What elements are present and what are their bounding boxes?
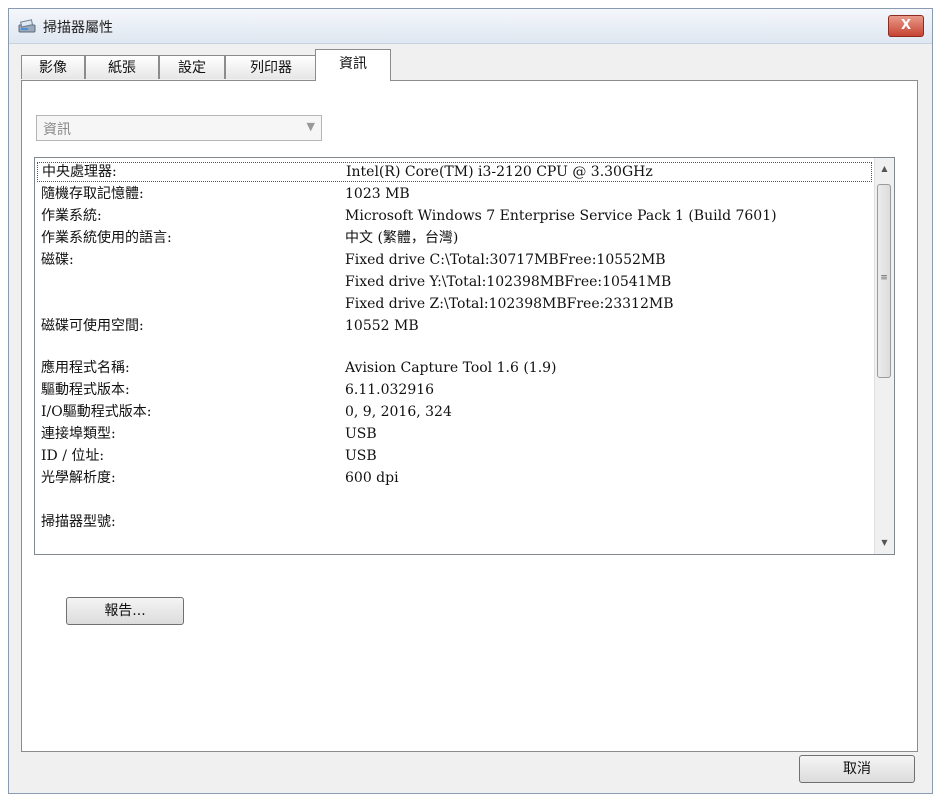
info-list[interactable]: 中央處理器: Intel(R) Core(TM) i3-2120 CPU @ 3.…	[34, 157, 895, 555]
chevron-down-icon[interactable]: ▼	[307, 120, 315, 133]
info-label: 掃描器型號:	[41, 514, 116, 530]
scrollbar-thumb[interactable]: ≡	[877, 184, 891, 378]
info-label: 作業系統:	[41, 208, 102, 224]
info-label: 應用程式名稱:	[41, 360, 130, 376]
grip-icon: ≡	[880, 273, 888, 283]
tab-paper[interactable]: 紙張	[85, 55, 159, 79]
title-bar[interactable]: 掃描器屬性 X	[9, 9, 932, 44]
info-label: 光學解析度:	[41, 470, 116, 486]
info-label: I/O驅動程式版本:	[41, 404, 152, 420]
info-row[interactable]: 連接埠類型: USB	[37, 424, 872, 444]
info-label: 磁碟可使用空間:	[41, 318, 144, 334]
info-label: 連接埠類型:	[41, 426, 116, 442]
info-value: Fixed drive Z:\Total:102398MBFree:23312M…	[345, 296, 674, 312]
info-rows: 中央處理器: Intel(R) Core(TM) i3-2120 CPU @ 3.…	[35, 158, 874, 554]
combo-value: 資訊	[43, 122, 71, 138]
scroll-up-icon[interactable]: ▲	[875, 160, 894, 178]
vertical-scrollbar[interactable]: ▲ ≡ ▼	[874, 158, 894, 554]
info-row[interactable]: 中央處理器: Intel(R) Core(TM) i3-2120 CPU @ 3.…	[37, 162, 872, 182]
info-row[interactable]: 隨機存取記憶體: 1023 MB	[37, 184, 872, 204]
info-label: 磁碟:	[41, 252, 74, 268]
info-row[interactable]: 應用程式名稱: Avision Capture Tool 1.6 (1.9)	[37, 358, 872, 378]
info-value: 1023 MB	[345, 186, 410, 202]
info-label: ID / 位址:	[41, 448, 105, 464]
info-value: Avision Capture Tool 1.6 (1.9)	[345, 360, 557, 376]
cancel-button[interactable]: 取消	[799, 755, 915, 783]
info-row[interactable]: 磁碟: Fixed drive C:\Total:30717MBFree:1055…	[37, 250, 872, 270]
tab-image[interactable]: 影像	[21, 55, 85, 79]
tab-panel: 資訊 ▼ 中央處理器: Intel(R) Core(TM) i3-2120 CPU…	[21, 80, 918, 752]
tab-settings[interactable]: 設定	[159, 55, 225, 79]
info-value: USB	[345, 448, 377, 464]
info-row[interactable]: Fixed drive Z:\Total:102398MBFree:23312M…	[37, 294, 872, 314]
info-label: 中央處理器:	[42, 164, 117, 180]
info-value: USB	[345, 426, 377, 442]
info-value: Fixed drive Y:\Total:102398MBFree:10541M…	[345, 274, 672, 290]
info-label: 隨機存取記憶體:	[41, 186, 144, 202]
info-value: 10552 MB	[345, 318, 419, 334]
info-row[interactable]: I/O驅動程式版本: 0, 9, 2016, 324	[37, 402, 872, 422]
info-value: Intel(R) Core(TM) i3-2120 CPU @ 3.30GHz	[346, 164, 653, 180]
info-row[interactable]: Fixed drive Y:\Total:102398MBFree:10541M…	[37, 272, 872, 292]
info-row[interactable]: 作業系統: Microsoft Windows 7 Enterprise Serv…	[37, 206, 872, 226]
info-row[interactable]: 光學解析度: 600 dpi	[37, 468, 872, 488]
window-title: 掃描器屬性	[43, 20, 113, 36]
info-row[interactable]: ID / 位址: USB	[37, 446, 872, 466]
info-label: 驅動程式版本:	[41, 382, 130, 398]
report-button[interactable]: 報告...	[66, 597, 184, 625]
scanner-properties-window: 掃描器屬性 X 影像 紙張 設定 列印器 資訊 資訊 ▼ 中央處理器: Intel…	[8, 8, 933, 794]
info-value: 中文 (繁體，台灣)	[345, 230, 459, 246]
info-label: 作業系統使用的語言:	[41, 230, 172, 246]
info-value: Microsoft Windows 7 Enterprise Service P…	[345, 208, 777, 224]
scroll-down-icon[interactable]: ▼	[875, 534, 894, 552]
info-value: 0, 9, 2016, 324	[345, 404, 452, 420]
tab-information[interactable]: 資訊	[315, 49, 391, 81]
tab-imprinter[interactable]: 列印器	[225, 55, 317, 79]
info-category-select[interactable]: 資訊 ▼	[36, 115, 322, 141]
info-row[interactable]: 驅動程式版本: 6.11.032916	[37, 380, 872, 400]
info-row[interactable]: 作業系統使用的語言: 中文 (繁體，台灣)	[37, 228, 872, 248]
close-button[interactable]: X	[888, 15, 924, 37]
scanner-icon	[17, 16, 37, 36]
info-value: Fixed drive C:\Total:30717MBFree:10552MB	[345, 252, 666, 268]
info-row[interactable]: 掃描器型號:	[37, 512, 872, 532]
info-value: 600 dpi	[345, 470, 399, 486]
info-value: 6.11.032916	[345, 382, 435, 398]
info-row[interactable]: 磁碟可使用空間: 10552 MB	[37, 316, 872, 336]
